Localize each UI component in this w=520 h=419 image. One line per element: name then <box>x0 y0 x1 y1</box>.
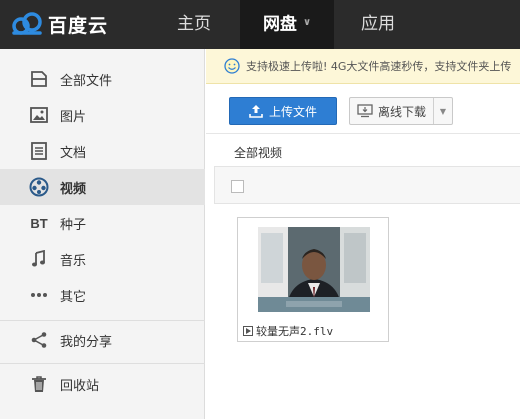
sidebar-item-videos[interactable]: 视频 <box>0 169 205 205</box>
brand-logo[interactable]: 百度云 <box>10 9 108 39</box>
sidebar-divider <box>0 363 205 364</box>
trash-icon <box>28 374 50 394</box>
music-icon <box>28 249 50 269</box>
sidebar-item-label: 全部文件 <box>60 73 113 89</box>
offline-download-dropdown[interactable]: ▼ <box>434 107 452 116</box>
video-thumbnail[interactable] <box>258 227 370 312</box>
caret-down-icon: ▼ <box>439 106 447 116</box>
notice-text: 支持极速上传啦! 4G大文件高速秒传，支持文件夹上传 <box>246 60 512 73</box>
sidebar-item-other[interactable]: 其它 <box>0 277 205 313</box>
upload-button[interactable]: 上传文件 <box>229 97 337 125</box>
sidebar-divider <box>0 320 205 321</box>
cloud-logo-icon <box>12 12 42 35</box>
nav-disk[interactable]: 网盘 ∨ <box>240 0 334 49</box>
sidebar-item-all-files[interactable]: 全部文件 <box>0 61 205 97</box>
sidebar-item-images[interactable]: 图片 <box>0 97 205 133</box>
upload-icon <box>249 105 263 118</box>
upload-button-label: 上传文件 <box>268 104 317 119</box>
sidebar-item-documents[interactable]: 文档 <box>0 133 205 169</box>
sidebar-item-label: 文档 <box>60 145 87 161</box>
image-icon <box>28 105 50 125</box>
share-icon <box>28 330 50 350</box>
offline-download-icon <box>357 104 373 118</box>
nav-apps[interactable]: 应用 <box>336 0 420 49</box>
sidebar-item-recycle-bin[interactable]: 回收站 <box>0 366 205 402</box>
file-icon <box>28 69 50 89</box>
video-file-tile[interactable]: 较量无声2.flv <box>237 217 389 342</box>
offline-download-label: 离线下载 <box>378 104 427 119</box>
sidebar-item-torrents[interactable]: BT 种子 <box>0 205 205 241</box>
document-icon <box>28 141 50 161</box>
sidebar: 全部文件 图片 文档 视频 BT 种子 音乐 其它 我的分享 回收站 <box>0 49 205 419</box>
sidebar-item-label: 音乐 <box>60 253 87 269</box>
sidebar-item-label: 视频 <box>60 181 87 197</box>
offline-download-main[interactable]: 离线下载 <box>350 98 434 124</box>
brand-name: 百度云 <box>48 14 109 37</box>
sidebar-item-label: 回收站 <box>60 378 100 394</box>
nav-home[interactable]: 主页 <box>150 0 238 49</box>
toolbar: 上传文件 离线下载 ▼ <box>206 84 520 134</box>
video-icon <box>28 177 50 197</box>
breadcrumb[interactable]: 全部视频 <box>234 144 282 161</box>
chevron-down-icon: ∨ <box>302 17 312 28</box>
sidebar-item-label: 种子 <box>60 217 87 233</box>
sidebar-item-music[interactable]: 音乐 <box>0 241 205 277</box>
more-icon <box>28 285 50 305</box>
file-name: 较量无声2.flv <box>256 325 334 338</box>
sidebar-item-label: 其它 <box>60 289 87 305</box>
video-thumbnail-image <box>258 227 370 312</box>
offline-download-button[interactable]: 离线下载 ▼ <box>349 97 453 125</box>
select-all-checkbox[interactable] <box>231 180 244 193</box>
sidebar-item-label: 我的分享 <box>60 334 113 350</box>
bt-icon: BT <box>30 215 48 231</box>
nav-disk-label: 网盘 <box>262 14 297 35</box>
smiley-icon <box>224 58 240 74</box>
play-icon <box>243 326 253 336</box>
top-bar: 百度云 主页 网盘 ∨ 应用 <box>0 0 520 49</box>
video-file-caption[interactable]: 较量无声2.flv <box>243 323 333 339</box>
list-header <box>214 166 520 204</box>
sidebar-item-my-shares[interactable]: 我的分享 <box>0 322 205 358</box>
sidebar-item-label: 图片 <box>60 109 87 125</box>
notice-bar: 支持极速上传啦! 4G大文件高速秒传，支持文件夹上传 <box>206 49 520 84</box>
